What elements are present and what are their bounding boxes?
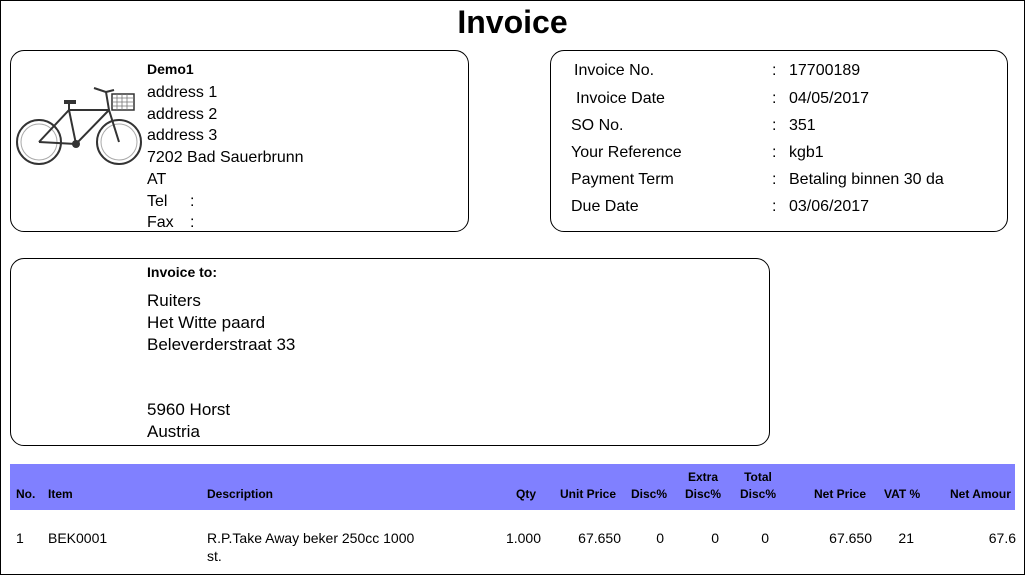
info-value-due-date: 03/06/2017 (789, 198, 870, 215)
col-header-item: Item (48, 487, 73, 501)
invoice-to-line-2: Het Witte paard (147, 313, 266, 332)
info-value-payment-term: Betaling binnen 30 da (789, 171, 944, 188)
info-label-payment-term: Payment Term (571, 171, 674, 188)
company-fax-label: Fax (147, 214, 174, 231)
info-sep: : (772, 117, 777, 134)
info-value-so-no: 351 (789, 117, 816, 134)
info-value-invoice-date: 04/05/2017 (789, 90, 870, 107)
info-sep: : (772, 90, 777, 107)
col-header-description: Description (207, 487, 274, 501)
invoice-to-line-1: Ruiters (147, 291, 201, 310)
company-address-3: address 3 (147, 127, 218, 144)
page-title: Invoice (457, 4, 568, 40)
company-name: Demo1 (147, 61, 194, 77)
info-label-so-no: SO No. (571, 117, 624, 134)
col-header-net-price: Net Price (814, 487, 867, 501)
invoice-to-line-4: 5960 Horst (147, 400, 231, 419)
company-city: 7202 Bad Sauerbrunn (147, 149, 304, 166)
cell-net-amount: 67.6 (988, 530, 1016, 546)
info-label-invoice-date: Invoice Date (576, 90, 665, 107)
cell-vat: 21 (898, 530, 914, 546)
company-country: AT (147, 171, 167, 188)
invoice-to-box (10, 258, 770, 446)
col-header-vat: VAT % (884, 487, 921, 501)
info-label-invoice-no: Invoice No. (574, 62, 655, 79)
cell-description-line-2: st. (207, 548, 222, 564)
cell-item: BEK0001 (48, 530, 108, 546)
company-tel-value: : (190, 193, 195, 210)
cell-qty: 1.000 (505, 530, 541, 546)
company-address-2: address 2 (147, 106, 218, 123)
cell-extra-disc: 0 (711, 530, 719, 546)
info-sep: : (772, 62, 777, 79)
cell-unit-price: 67.650 (578, 530, 621, 546)
col-header-qty: Qty (516, 487, 537, 501)
info-sep: : (772, 198, 777, 215)
col-header-extra-disc-2: Disc% (684, 487, 722, 501)
invoice-to-line-5: Austria (147, 422, 200, 441)
info-value-your-reference: kgb1 (789, 144, 824, 161)
cell-disc: 0 (656, 530, 664, 546)
info-label-your-reference: Your Reference (571, 144, 682, 161)
col-header-total-disc-2: Disc% (739, 487, 777, 501)
company-tel-label: Tel (147, 193, 168, 210)
col-header-net-amount: Net Amour (950, 487, 1011, 501)
bicycle-logo (16, 87, 142, 165)
col-header-total-disc-1: Total (744, 470, 772, 484)
cell-total-disc: 0 (761, 530, 769, 546)
col-header-no: No. (16, 487, 36, 501)
invoice-to-line-3: Beleverderstraat 33 (147, 335, 296, 354)
cell-net-price: 67.650 (829, 530, 872, 546)
info-label-due-date: Due Date (571, 198, 639, 215)
col-header-extra-disc-1: Extra (687, 470, 719, 484)
company-address-1: address 1 (147, 84, 218, 101)
company-fax-value: : (190, 214, 195, 231)
col-header-disc: Disc% (631, 487, 668, 501)
cell-description-line-1: R.P.Take Away beker 250cc 1000 (207, 530, 415, 546)
info-sep: : (772, 171, 777, 188)
info-sep: : (772, 144, 777, 161)
cell-no: 1 (16, 530, 24, 546)
col-header-unit-price: Unit Price (560, 487, 617, 501)
invoice-to-heading: Invoice to: (147, 264, 218, 280)
info-value-invoice-no: 17700189 (789, 62, 861, 79)
